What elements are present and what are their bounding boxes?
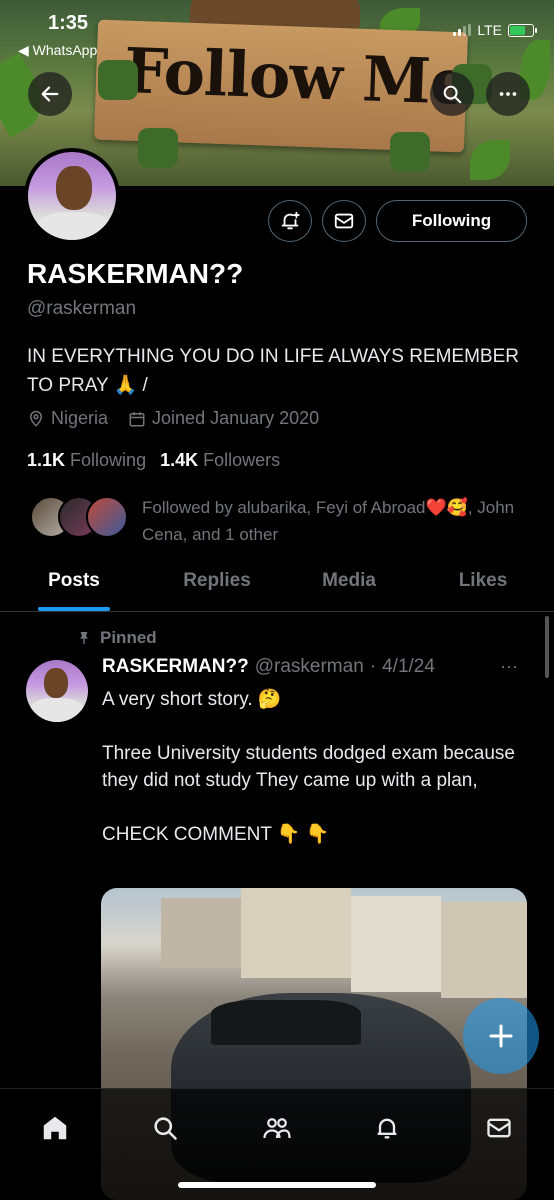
network-label: LTE bbox=[477, 22, 502, 38]
back-to-app-link[interactable]: ◀ WhatsApp bbox=[18, 42, 97, 59]
message-button[interactable] bbox=[322, 200, 366, 242]
following-count: 1.1K bbox=[27, 450, 66, 470]
location-pin-icon bbox=[29, 410, 43, 427]
profile-handle: @raskerman bbox=[27, 298, 137, 319]
following-stat[interactable]: 1.1K Following bbox=[27, 450, 146, 471]
profile-bio: IN EVERYTHING YOU DO IN LIFE ALWAYS REME… bbox=[27, 346, 519, 396]
bell-plus-icon bbox=[281, 211, 300, 230]
mutual-avatars bbox=[30, 496, 128, 538]
scrollbar[interactable] bbox=[545, 616, 549, 678]
post-date[interactable]: 4/1/24 bbox=[382, 656, 435, 678]
location-item: Nigeria bbox=[27, 408, 108, 429]
nav-home[interactable] bbox=[38, 1111, 72, 1145]
nav-search[interactable] bbox=[148, 1111, 182, 1145]
followers-stat[interactable]: 1.4K Followers bbox=[160, 450, 280, 471]
mail-icon bbox=[334, 213, 354, 229]
nav-messages[interactable] bbox=[482, 1111, 516, 1145]
search-icon bbox=[154, 1117, 177, 1140]
post-separator: · bbox=[369, 656, 377, 677]
post-more-button[interactable]: ··· bbox=[500, 656, 518, 677]
followers-count: 1.4K bbox=[160, 450, 199, 470]
status-indicators: LTE bbox=[453, 22, 537, 38]
mutual-avatar bbox=[86, 496, 128, 538]
signal-icon bbox=[453, 24, 472, 36]
display-name: RASKERMAN?? bbox=[27, 258, 244, 289]
post-text: A very short story. 🤔 Three University s… bbox=[102, 689, 515, 845]
following-button[interactable]: Following bbox=[376, 200, 527, 242]
profile-tabs: Posts Replies Media Likes bbox=[0, 560, 554, 612]
tab-likes[interactable]: Likes bbox=[412, 560, 554, 611]
search-button[interactable] bbox=[430, 72, 474, 116]
more-button[interactable] bbox=[486, 72, 530, 116]
mail-icon bbox=[487, 1118, 511, 1138]
location-text: Nigeria bbox=[51, 408, 109, 428]
followers-label: Followers bbox=[203, 450, 281, 470]
home-indicator[interactable] bbox=[178, 1182, 376, 1188]
compose-button[interactable] bbox=[463, 998, 539, 1074]
profile-avatar[interactable] bbox=[24, 148, 120, 244]
plus-icon bbox=[489, 1024, 513, 1048]
joined-text: Joined January 2020 bbox=[152, 408, 320, 428]
pin-icon bbox=[80, 632, 88, 644]
followed-by-section[interactable]: Followed by alubarika, Feyi of Abroad❤️🥰… bbox=[30, 494, 542, 548]
calendar-icon bbox=[129, 411, 145, 426]
tab-posts[interactable]: Posts bbox=[0, 560, 148, 611]
post-header: RASKERMAN?? @raskerman · 4/1/24 bbox=[102, 656, 435, 678]
followed-by-text: Followed by alubarika, Feyi of Abroad❤️🥰… bbox=[142, 498, 515, 544]
bell-icon bbox=[377, 1118, 397, 1139]
notifications-toggle-button[interactable] bbox=[268, 200, 312, 242]
search-icon bbox=[443, 85, 462, 104]
pinned-label: Pinned bbox=[100, 628, 157, 647]
following-label: Following bbox=[70, 450, 147, 470]
post-author-handle[interactable]: @raskerman bbox=[255, 656, 364, 678]
status-time: 1:35 bbox=[48, 12, 89, 34]
people-icon bbox=[263, 1118, 291, 1139]
post-author-avatar[interactable] bbox=[26, 660, 88, 722]
banner-sign-text: Follow Me bbox=[122, 34, 470, 119]
profile-meta: Nigeria Joined January 2020 bbox=[27, 408, 339, 429]
tab-replies[interactable]: Replies bbox=[148, 560, 286, 611]
tab-media[interactable]: Media bbox=[286, 560, 412, 611]
follow-stats: 1.1K Following 1.4K Followers bbox=[27, 450, 280, 471]
back-button[interactable] bbox=[28, 72, 72, 116]
home-icon bbox=[43, 1116, 67, 1140]
more-horizontal-icon bbox=[499, 92, 517, 96]
nav-notifications[interactable] bbox=[370, 1111, 404, 1145]
battery-icon bbox=[508, 23, 537, 37]
arrow-left-icon bbox=[41, 86, 59, 102]
joined-item: Joined January 2020 bbox=[128, 408, 319, 429]
post-author-name[interactable]: RASKERMAN?? bbox=[102, 656, 249, 678]
pinned-indicator: Pinned bbox=[76, 628, 157, 648]
nav-communities[interactable] bbox=[260, 1111, 294, 1145]
